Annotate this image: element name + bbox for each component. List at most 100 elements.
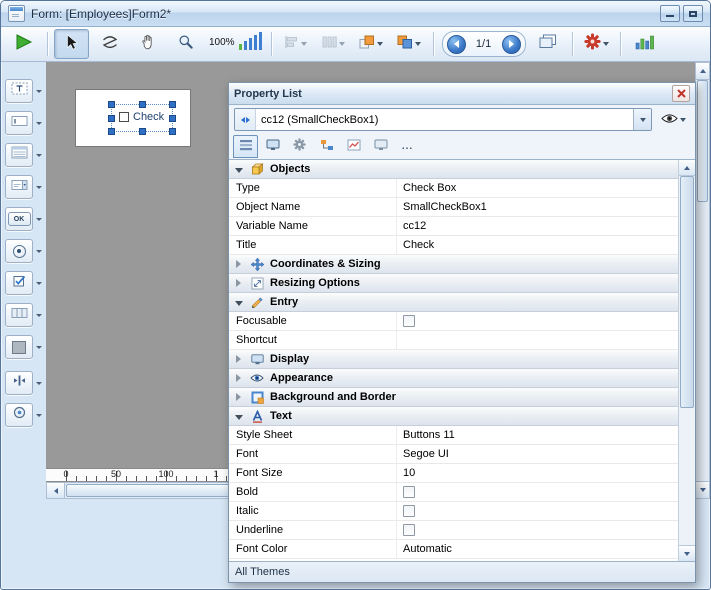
selection-handle[interactable] bbox=[169, 101, 176, 108]
section-row-text[interactable]: Text bbox=[229, 407, 678, 426]
section-row-coordinates[interactable]: Coordinates & Sizing bbox=[229, 255, 678, 274]
view-options-button[interactable] bbox=[656, 109, 690, 131]
selection-handle[interactable] bbox=[108, 101, 115, 108]
move-to-front-button[interactable] bbox=[354, 29, 389, 59]
title-bar[interactable]: Form: [Employees]Form2* bbox=[1, 1, 710, 27]
tab-display[interactable] bbox=[260, 135, 285, 158]
property-value[interactable]: 10 bbox=[397, 464, 678, 482]
tool-text[interactable] bbox=[5, 79, 42, 103]
expand-arrow-icon[interactable] bbox=[236, 279, 241, 287]
tab-chart[interactable] bbox=[341, 135, 366, 158]
pan-tool-button[interactable] bbox=[130, 29, 165, 59]
previous-page-button[interactable] bbox=[447, 35, 466, 54]
property-list-titlebar[interactable]: Property List bbox=[229, 83, 695, 105]
selection-handle[interactable] bbox=[169, 128, 176, 135]
tool-dropdown-icon[interactable] bbox=[36, 382, 42, 385]
property-row[interactable]: Style Sheet Buttons 11 bbox=[229, 426, 678, 445]
distribute-objects-button[interactable] bbox=[316, 29, 351, 59]
expand-arrow-icon[interactable] bbox=[236, 260, 241, 268]
object-navigation-icon[interactable] bbox=[235, 109, 256, 130]
tab-property-list[interactable] bbox=[233, 135, 258, 158]
property-row[interactable]: Focusable bbox=[229, 312, 678, 331]
property-value[interactable]: SmallCheckBox1 bbox=[397, 198, 678, 216]
section-row-appearance[interactable]: Appearance bbox=[229, 369, 678, 388]
property-value[interactable]: Buttons 11 bbox=[397, 426, 678, 444]
tool-field[interactable] bbox=[5, 111, 42, 135]
tool-checkbox[interactable] bbox=[5, 271, 42, 295]
insert-chart-button[interactable] bbox=[627, 29, 662, 59]
property-row[interactable]: Title Check bbox=[229, 236, 678, 255]
combobox-dropdown-button[interactable] bbox=[633, 109, 651, 130]
tool-button-grid[interactable] bbox=[5, 303, 42, 327]
themes-filter-label[interactable]: All Themes bbox=[235, 566, 290, 578]
tool-dropdown-icon[interactable] bbox=[36, 90, 42, 93]
tool-dropdown-icon[interactable] bbox=[36, 314, 42, 317]
property-list-scrollbar[interactable] bbox=[678, 160, 695, 561]
tool-spinner[interactable] bbox=[5, 403, 42, 427]
selection-handle[interactable] bbox=[108, 128, 115, 135]
tool-dropdown-icon[interactable] bbox=[36, 346, 42, 349]
property-value[interactable]: Segoe UI bbox=[397, 445, 678, 463]
close-button[interactable] bbox=[672, 85, 690, 102]
selection-handle[interactable] bbox=[139, 101, 146, 108]
property-row[interactable]: Shortcut bbox=[229, 331, 678, 350]
tool-dropdown-icon[interactable] bbox=[36, 186, 42, 189]
expand-arrow-icon[interactable] bbox=[235, 301, 243, 306]
scroll-left-button[interactable] bbox=[47, 483, 65, 498]
form-pages-button[interactable] bbox=[531, 29, 566, 59]
tab-settings[interactable] bbox=[287, 135, 312, 158]
tool-combobox[interactable] bbox=[5, 175, 42, 199]
scroll-up-button[interactable] bbox=[696, 63, 709, 80]
tool-dropdown-icon[interactable] bbox=[36, 250, 42, 253]
tool-dropdown-icon[interactable] bbox=[36, 218, 42, 221]
maximize-button[interactable] bbox=[683, 5, 703, 22]
tool-dropdown-icon[interactable] bbox=[36, 154, 42, 157]
property-row[interactable]: Italic bbox=[229, 502, 678, 521]
property-row[interactable]: Bold bbox=[229, 483, 678, 502]
zoom-tool-button[interactable] bbox=[168, 29, 203, 59]
property-row[interactable]: Object Name SmallCheckBox1 bbox=[229, 198, 678, 217]
selection-handle[interactable] bbox=[169, 115, 176, 122]
property-value[interactable] bbox=[397, 331, 678, 349]
selection-handle[interactable] bbox=[108, 115, 115, 122]
scroll-down-button[interactable] bbox=[679, 545, 695, 561]
scroll-down-button[interactable] bbox=[696, 481, 709, 498]
expand-arrow-icon[interactable] bbox=[235, 415, 243, 420]
expand-arrow-icon[interactable] bbox=[236, 355, 241, 363]
selected-checkbox-object[interactable]: Check bbox=[112, 105, 172, 131]
section-row-background-border[interactable]: Background and Border bbox=[229, 388, 678, 407]
tool-button[interactable]: OK bbox=[5, 207, 42, 231]
tool-rectangle[interactable] bbox=[5, 335, 42, 359]
tool-splitter[interactable] bbox=[5, 371, 42, 395]
minimize-button[interactable] bbox=[660, 5, 680, 22]
tool-listbox[interactable] bbox=[5, 143, 42, 167]
expand-arrow-icon[interactable] bbox=[236, 393, 241, 401]
scroll-thumb[interactable] bbox=[680, 176, 694, 408]
layer-order-button[interactable] bbox=[392, 29, 427, 59]
vertical-scroll-thumb[interactable] bbox=[697, 80, 708, 202]
property-value[interactable]: Automatic bbox=[397, 540, 678, 558]
section-row-display[interactable]: Display bbox=[229, 350, 678, 369]
scroll-up-button[interactable] bbox=[679, 160, 695, 176]
section-row-resizing[interactable]: Resizing Options bbox=[229, 274, 678, 293]
tab-events[interactable] bbox=[314, 135, 339, 158]
tool-dropdown-icon[interactable] bbox=[36, 122, 42, 125]
property-row[interactable]: Font Size 10 bbox=[229, 464, 678, 483]
section-row-objects[interactable]: Objects bbox=[229, 160, 678, 179]
tool-radio-button[interactable] bbox=[5, 239, 42, 263]
focusable-checkbox[interactable] bbox=[403, 315, 415, 327]
tab-more[interactable]: ... bbox=[395, 135, 420, 158]
tool-dropdown-icon[interactable] bbox=[36, 414, 42, 417]
next-page-button[interactable] bbox=[502, 35, 521, 54]
expand-arrow-icon[interactable] bbox=[236, 374, 241, 382]
form-page[interactable]: Check bbox=[75, 89, 191, 147]
italic-checkbox[interactable] bbox=[403, 505, 415, 517]
tab-screen[interactable] bbox=[368, 135, 393, 158]
selection-handle[interactable] bbox=[139, 128, 146, 135]
underline-checkbox[interactable] bbox=[403, 524, 415, 536]
align-objects-button[interactable] bbox=[278, 29, 313, 59]
entry-order-tool-button[interactable] bbox=[92, 29, 127, 59]
property-row[interactable]: Underline bbox=[229, 521, 678, 540]
expand-arrow-icon[interactable] bbox=[235, 168, 243, 173]
run-form-button[interactable] bbox=[6, 29, 41, 59]
